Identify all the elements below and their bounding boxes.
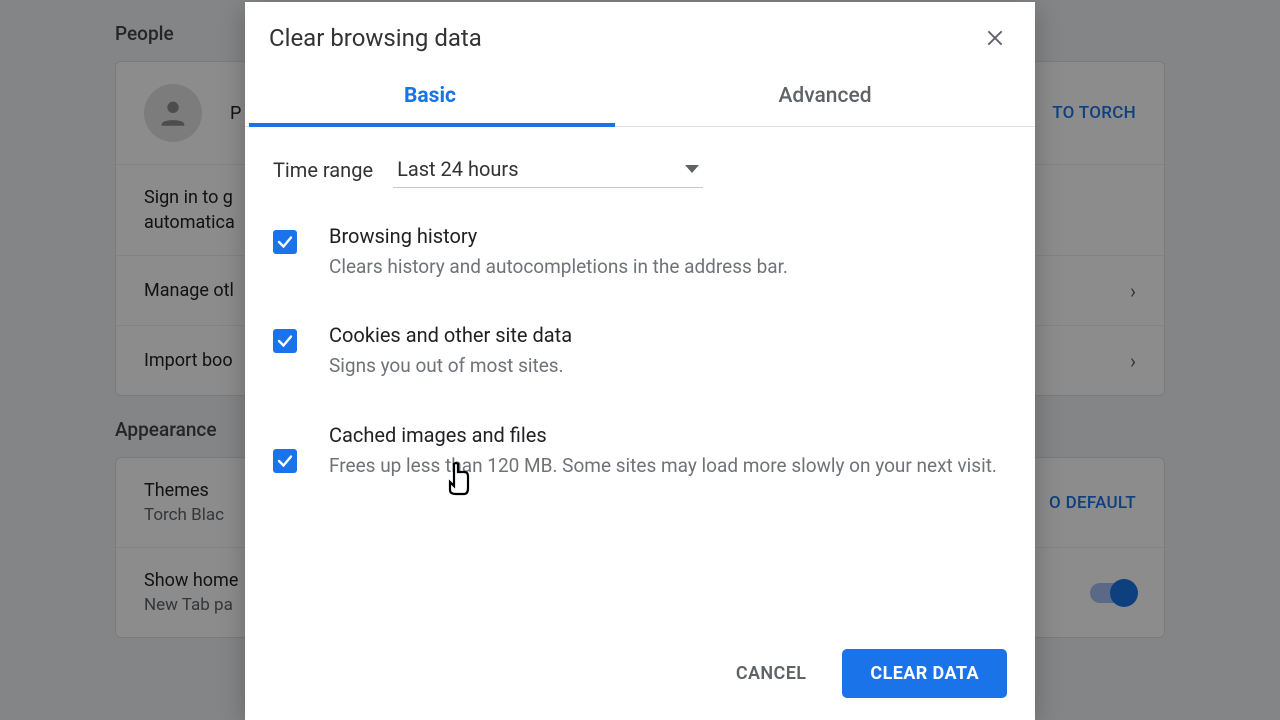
option-subtitle: Clears history and autocompletions in th…	[329, 252, 1007, 281]
time-range-value: Last 24 hours	[397, 157, 685, 181]
option-cookies[interactable]: Cookies and other site data Signs you ou…	[273, 323, 1007, 380]
tab-advanced-label: Advanced	[778, 84, 871, 108]
dropdown-caret-icon	[685, 165, 699, 173]
option-title: Cached images and files	[329, 423, 1007, 447]
option-title: Browsing history	[329, 224, 1007, 248]
option-subtitle: Frees up less than 120 MB. Some sites ma…	[329, 451, 1007, 480]
option-title: Cookies and other site data	[329, 323, 1007, 347]
checkbox-cookies[interactable]	[273, 329, 297, 353]
option-subtitle: Signs you out of most sites.	[329, 351, 1007, 380]
cancel-button[interactable]: CANCEL	[728, 653, 815, 694]
clear-browsing-data-dialog: Clear browsing data Basic Advanced Time …	[245, 2, 1035, 720]
dialog-tabs: Basic Advanced	[245, 68, 1035, 127]
clear-data-button[interactable]: CLEAR DATA	[842, 649, 1007, 698]
option-cached[interactable]: Cached images and files Frees up less th…	[273, 423, 1007, 480]
dialog-title: Clear browsing data	[269, 24, 482, 52]
tab-advanced[interactable]: Advanced	[615, 68, 1035, 126]
clear-data-label: CLEAR DATA	[870, 663, 979, 684]
close-button[interactable]	[979, 22, 1011, 54]
time-range-select[interactable]: Last 24 hours	[393, 151, 703, 188]
cancel-label: CANCEL	[736, 663, 807, 684]
time-range-label: Time range	[273, 158, 373, 182]
tab-basic[interactable]: Basic	[245, 68, 615, 126]
checkbox-cached[interactable]	[273, 449, 297, 473]
checkbox-browsing-history[interactable]	[273, 230, 297, 254]
tab-basic-label: Basic	[404, 84, 456, 108]
option-browsing-history[interactable]: Browsing history Clears history and auto…	[273, 224, 1007, 281]
